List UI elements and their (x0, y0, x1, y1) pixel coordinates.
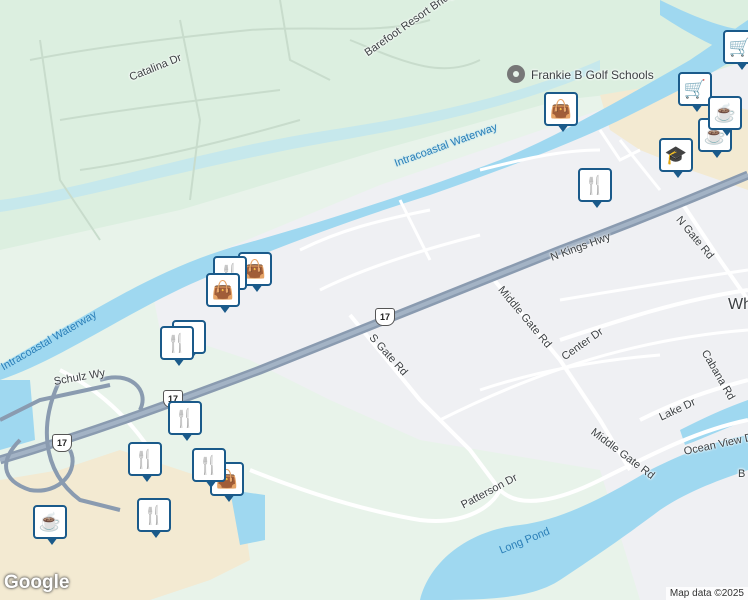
b-label: B (738, 468, 746, 480)
restaurant-icon: 🍴 (173, 408, 197, 428)
cafe-icon: ☕ (38, 512, 62, 532)
poi-marker-shopping-bag[interactable]: 👜 (206, 273, 240, 313)
shopping-bag-icon: 👜 (211, 280, 235, 300)
location-pin-icon[interactable] (507, 65, 525, 83)
wh-label: Wh (728, 296, 748, 313)
restaurant-icon: 🍴 (142, 505, 166, 525)
poi-marker-restaurant[interactable]: 🍴 (192, 448, 226, 488)
shopping-bag-icon: 👜 (243, 259, 267, 279)
poi-marker-shopping-bag[interactable]: 👜 (544, 92, 578, 132)
google-logo: Google (4, 572, 70, 593)
poi-marker-school[interactable]: 🎓 (659, 138, 693, 178)
poi-marker-restaurant[interactable]: 🍴 (578, 168, 612, 208)
route-17-shield: 17 (52, 434, 72, 452)
restaurant-icon: 🍴 (165, 333, 189, 353)
poi-marker-shopping-cart[interactable]: 🛒 (678, 72, 712, 112)
restaurant-icon: 🍴 (583, 175, 607, 195)
cafe-icon: ☕ (713, 103, 737, 123)
school-icon: 🎓 (664, 145, 688, 165)
restaurant-icon: 🍴 (197, 455, 221, 475)
restaurant-icon: 🍴 (133, 449, 157, 469)
poi-marker-shopping-cart[interactable]: 🛒 (723, 30, 748, 70)
shopping-cart-icon: 🛒 (683, 79, 707, 99)
shopping-bag-icon: 👜 (549, 99, 573, 119)
poi-marker-restaurant[interactable]: 🍴 (137, 498, 171, 538)
route-17-shield: 17 (375, 308, 395, 326)
shopping-cart-icon: 🛒 (728, 37, 748, 57)
map-attribution: Map data ©2025 (665, 587, 748, 600)
poi-marker-restaurant[interactable]: 🍴 (160, 326, 194, 366)
poi-marker-restaurant[interactable]: 🍴 (128, 442, 162, 482)
poi-marker-cafe[interactable]: ☕ (33, 505, 67, 545)
poi-marker-restaurant[interactable]: 🍴 (168, 401, 202, 441)
map-canvas[interactable] (0, 0, 748, 600)
poi-marker-cafe[interactable]: ☕ (708, 96, 742, 136)
frankie-b-label: Frankie B Golf Schools (531, 68, 654, 82)
